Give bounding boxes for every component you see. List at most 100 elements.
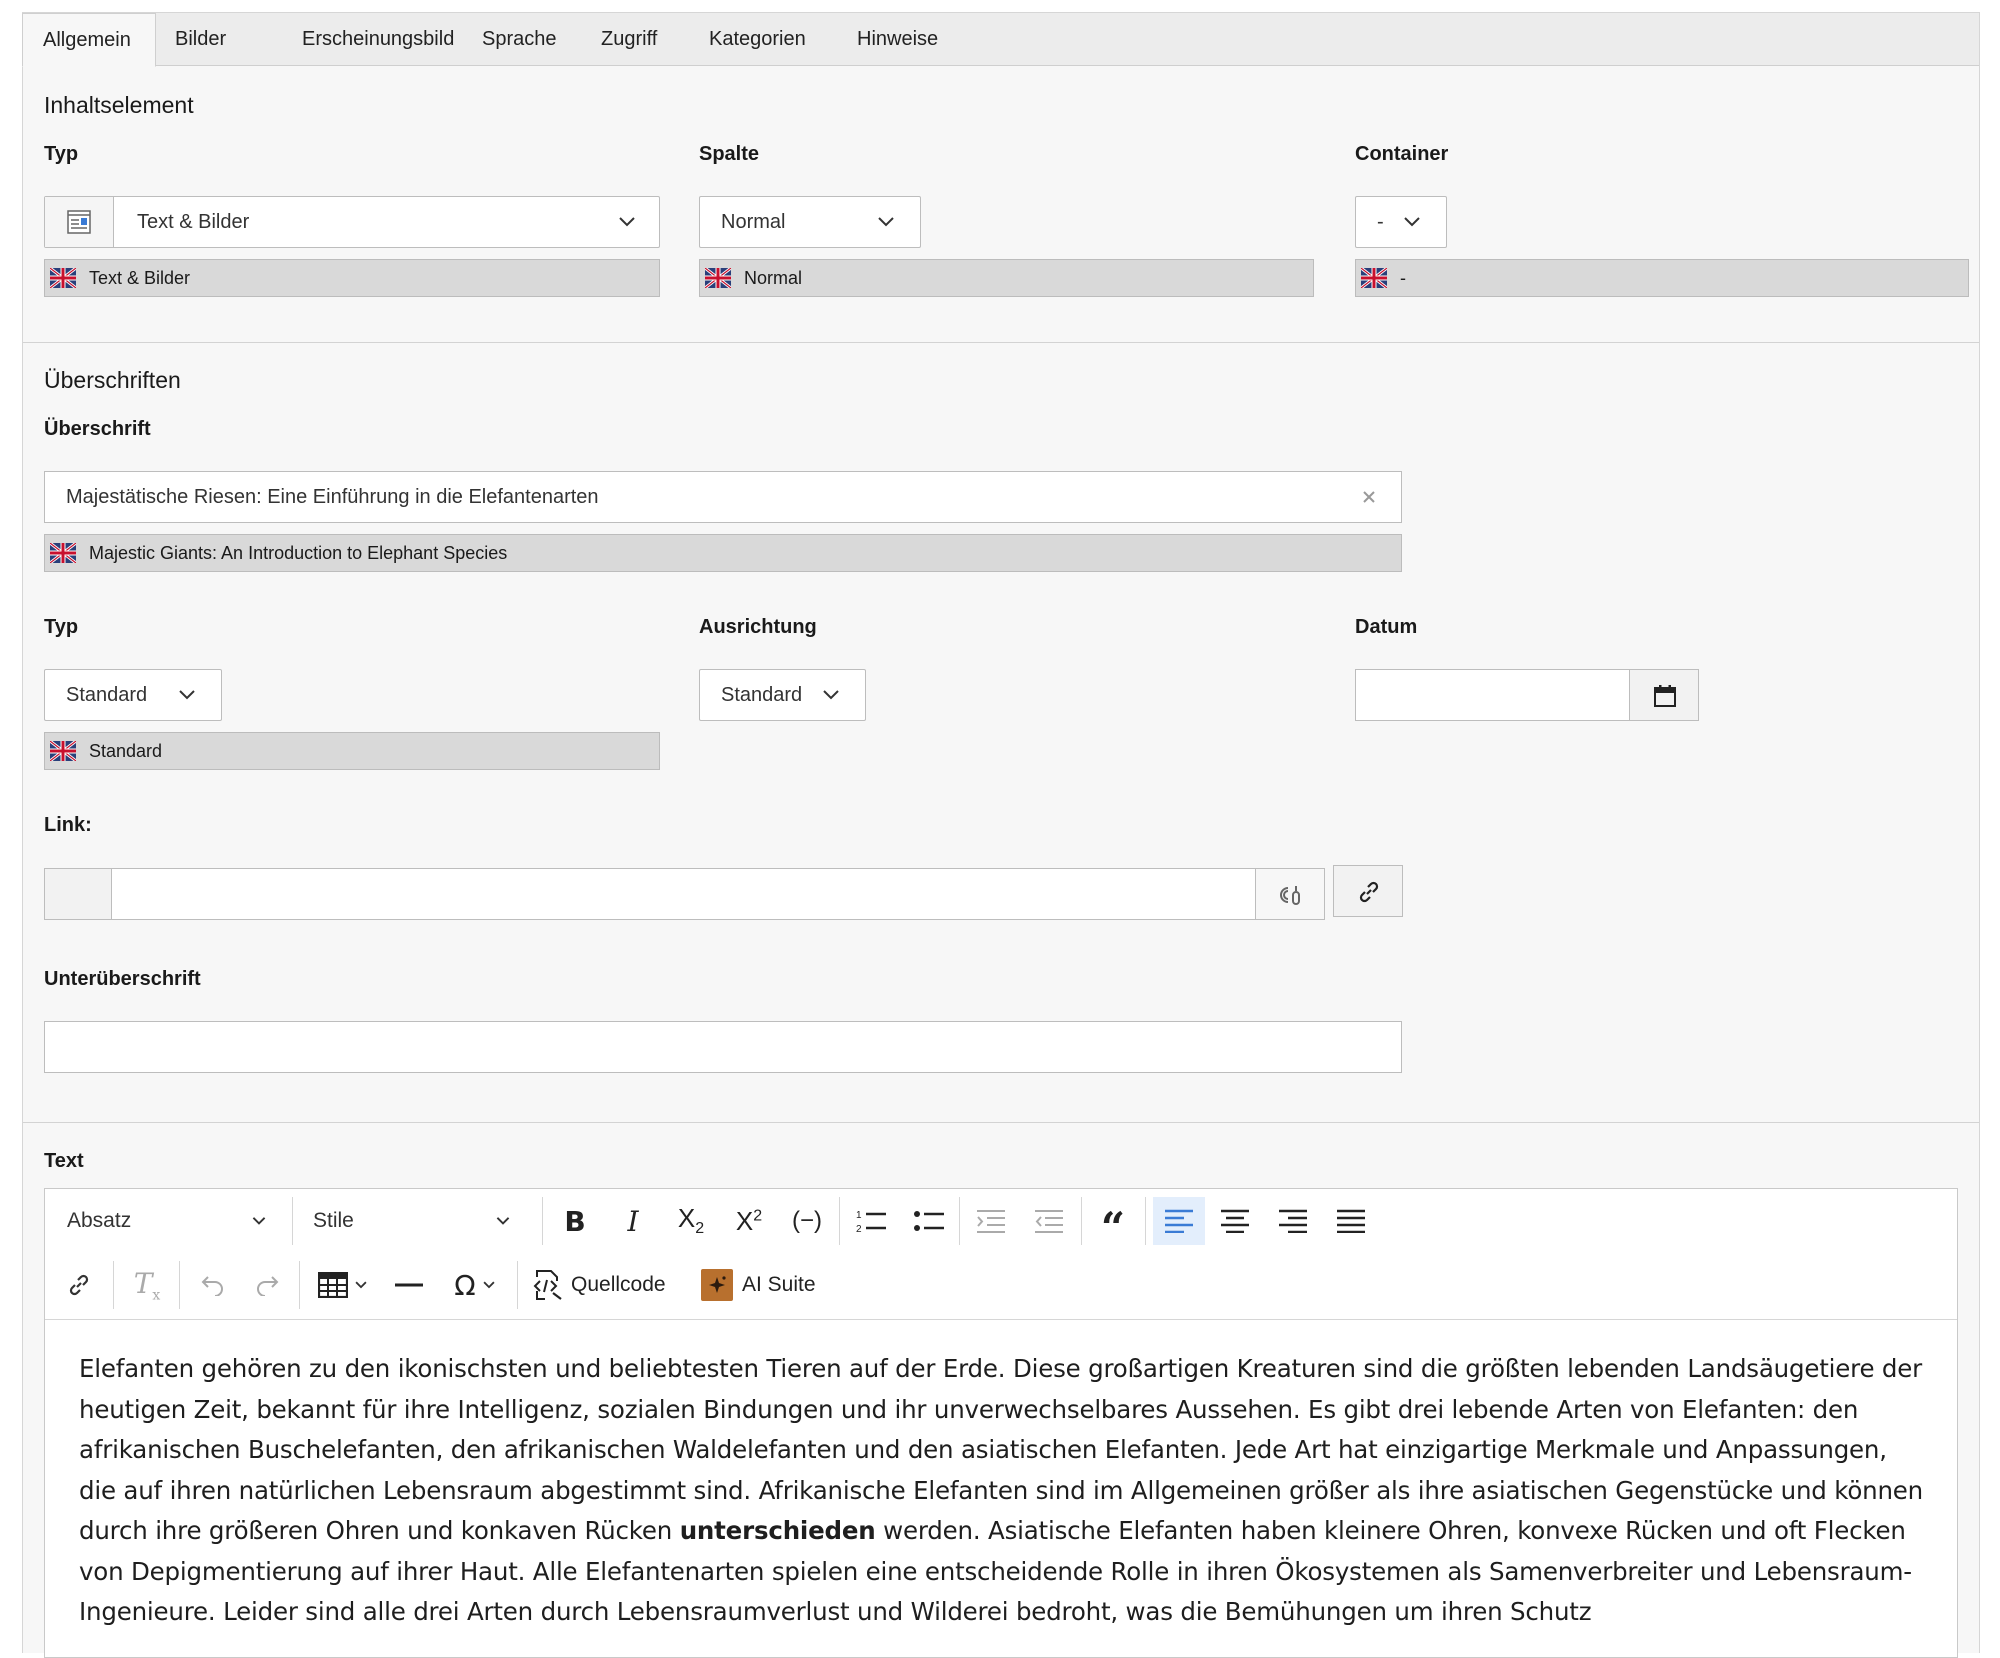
insert-link-button[interactable]	[55, 1261, 103, 1309]
link-icon	[1359, 881, 1379, 903]
link-icon	[69, 1274, 89, 1296]
section-title-headings: Überschriften	[44, 367, 181, 393]
chevron-down-icon	[483, 1281, 495, 1289]
alignment-select[interactable]: Standard	[699, 669, 866, 721]
container-translation: -	[1355, 259, 1969, 297]
toolbar-separator	[292, 1197, 293, 1245]
toolbar-separator	[299, 1261, 300, 1309]
indent-button[interactable]	[967, 1197, 1015, 1245]
horizontal-line-button[interactable]	[385, 1261, 433, 1309]
heading-label: Überschrift	[44, 418, 151, 440]
align-center-icon	[1221, 1209, 1249, 1233]
column-select[interactable]: Normal	[699, 196, 921, 248]
align-justify-button[interactable]	[1327, 1197, 1375, 1245]
heading-type-select[interactable]: Standard	[44, 669, 222, 721]
numbered-list-icon: 1 2	[856, 1210, 886, 1235]
blockquote-button[interactable]: “	[1089, 1197, 1137, 1249]
heading-type-label: Typ	[44, 616, 79, 638]
source-code-label: Quellcode	[571, 1273, 666, 1296]
align-center-button[interactable]	[1211, 1197, 1259, 1245]
chevron-down-icon	[252, 1217, 266, 1225]
insert-table-button[interactable]	[307, 1261, 379, 1309]
paragraph-format-dropdown[interactable]: Absatz	[53, 1197, 283, 1245]
text-image-icon	[45, 197, 114, 247]
toolbar-separator	[1145, 1197, 1146, 1245]
tab-label: Bilder	[175, 28, 227, 50]
date-picker-button[interactable]	[1629, 669, 1699, 721]
paragraph-format-label: Absatz	[67, 1209, 132, 1232]
styles-dropdown[interactable]: Stile	[301, 1197, 529, 1245]
chevron-down-icon	[355, 1281, 367, 1289]
link-input[interactable]	[44, 868, 1256, 920]
soft-hyphen-button[interactable]: (−)	[783, 1197, 831, 1245]
tab-zugriff[interactable]: Zugriff	[581, 13, 677, 65]
superscript-button[interactable]: X2	[725, 1197, 773, 1245]
toolbar-separator	[542, 1197, 543, 1245]
outdent-button[interactable]	[1025, 1197, 1073, 1245]
redo-button[interactable]	[245, 1261, 293, 1309]
clear-icon[interactable]	[1362, 490, 1376, 504]
tab-bilder[interactable]: Bilder	[155, 13, 246, 65]
source-code-button[interactable]: Quellcode	[525, 1261, 671, 1309]
calendar-icon	[1654, 685, 1676, 707]
numbered-list-button[interactable]: 1 2	[847, 1197, 895, 1245]
tab-erscheinungsbild[interactable]: Erscheinungsbild	[282, 13, 474, 65]
undo-button[interactable]	[187, 1261, 235, 1309]
bullet-list-button[interactable]	[905, 1197, 953, 1245]
tab-kategorien[interactable]: Kategorien	[689, 13, 826, 65]
align-right-button[interactable]	[1269, 1197, 1317, 1245]
type-select[interactable]: Text & Bilder	[44, 196, 660, 248]
subscript-button[interactable]: X2	[667, 1197, 715, 1245]
alignment-label: Ausrichtung	[699, 616, 817, 638]
body-text-bold: unterschieden	[679, 1516, 876, 1545]
rich-text-editor: Absatz Stile B I X2 X2 (−) 1 2 “ Tx Ω Qu…	[44, 1188, 1958, 1658]
bold-button[interactable]: B	[551, 1197, 599, 1245]
remove-format-button[interactable]: Tx	[121, 1261, 173, 1309]
tab-sprache[interactable]: Sprache	[462, 13, 577, 65]
link-label: Link:	[44, 814, 92, 836]
subheading-input[interactable]	[44, 1021, 1402, 1073]
heading-type-value: Standard	[66, 684, 148, 706]
ai-suite-icon	[701, 1269, 733, 1301]
date-input[interactable]	[1355, 669, 1631, 721]
outdent-icon	[1035, 1210, 1063, 1233]
section-divider	[23, 1122, 1979, 1123]
link-browser-button[interactable]	[1333, 865, 1403, 917]
source-code-icon	[533, 1270, 562, 1300]
uk-flag-icon	[705, 268, 731, 288]
type-translation-text: Text & Bilder	[89, 268, 191, 288]
editor-toolbar: Absatz Stile B I X2 X2 (−) 1 2 “ Tx Ω Qu…	[45, 1189, 1957, 1320]
tab-hinweise[interactable]: Hinweise	[837, 13, 958, 65]
uk-flag-icon	[1361, 268, 1387, 288]
heading-input[interactable]: Majestätische Riesen: Eine Einführung in…	[44, 471, 1402, 523]
column-label: Spalte	[699, 143, 760, 165]
chevron-down-icon	[823, 690, 839, 700]
styles-label: Stile	[313, 1209, 354, 1232]
ai-suite-button[interactable]: AI Suite	[701, 1261, 831, 1309]
tab-allgemein[interactable]: Allgemein	[22, 13, 156, 67]
toolbar-separator	[839, 1197, 840, 1245]
container-select[interactable]: -	[1355, 196, 1447, 248]
heading-translation: Majestic Giants: An Introduction to Elep…	[44, 534, 1402, 572]
bold-icon: B	[564, 1204, 586, 1238]
ai-suite-label: AI Suite	[742, 1273, 816, 1296]
text-label: Text	[44, 1150, 84, 1172]
special-characters-button[interactable]: Ω	[439, 1261, 511, 1309]
chevron-down-icon	[878, 217, 894, 227]
unlink-button[interactable]	[1255, 868, 1325, 920]
section-divider	[23, 342, 1979, 343]
tab-label: Sprache	[482, 28, 557, 50]
chevron-down-icon	[1404, 217, 1420, 227]
subscript-icon: X2	[677, 1203, 705, 1238]
svg-text:1: 1	[856, 1210, 862, 1221]
align-left-button[interactable]	[1153, 1197, 1205, 1245]
editor-content[interactable]: Elefanten gehören zu den ikonischsten un…	[79, 1349, 1929, 1633]
content-element-form: Allgemein Bilder Erscheinungsbild Sprach…	[22, 12, 1980, 1658]
align-right-icon	[1279, 1209, 1307, 1233]
remove-format-icon: Tx	[133, 1266, 161, 1304]
italic-button[interactable]: I	[609, 1197, 657, 1245]
align-left-icon	[1165, 1209, 1193, 1233]
tab-label: Allgemein	[43, 29, 131, 51]
container-translation-text: -	[1400, 268, 1406, 288]
container-label: Container	[1355, 143, 1449, 165]
